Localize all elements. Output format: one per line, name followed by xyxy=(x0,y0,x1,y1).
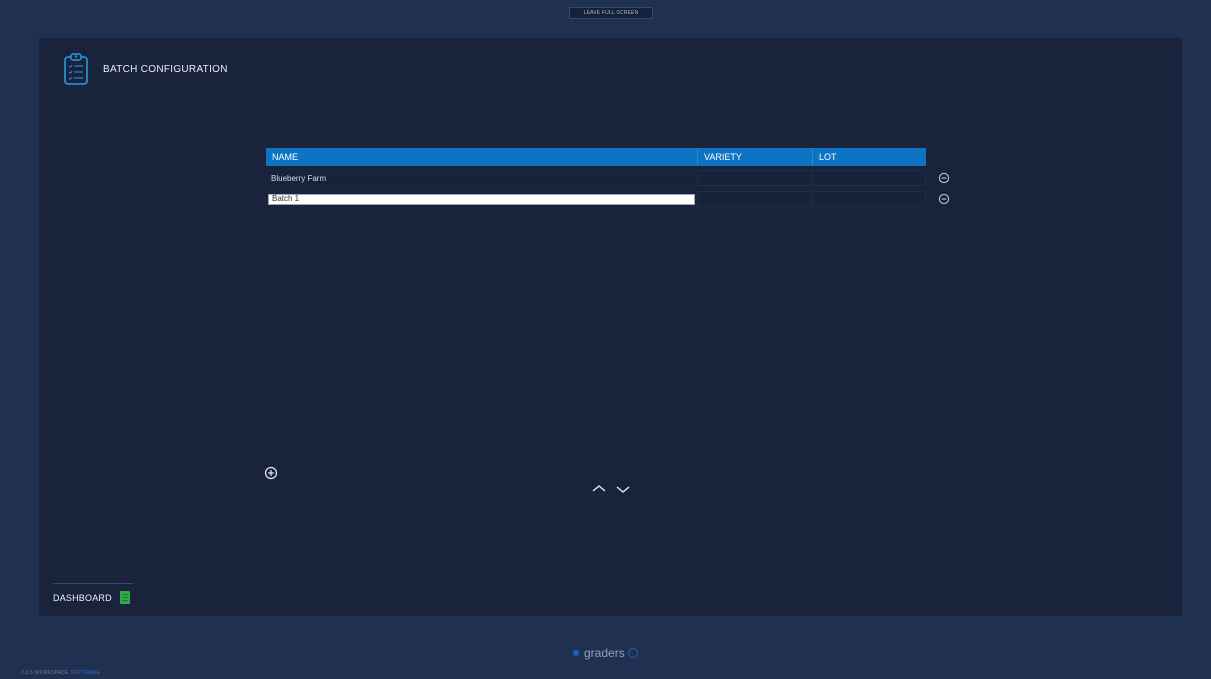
cell-name[interactable]: Blueberry Farm xyxy=(266,170,697,186)
cell-lot[interactable] xyxy=(812,191,926,207)
cell-lot[interactable] xyxy=(812,170,926,186)
leave-full-screen-button[interactable]: LEAVE FULL SCREEN xyxy=(569,7,653,19)
dashboard-label: DASHBOARD xyxy=(53,592,112,603)
table-row[interactable]: Blueberry Farm xyxy=(266,169,950,187)
add-row-button[interactable] xyxy=(264,466,278,480)
column-header-variety[interactable]: VARIETY xyxy=(697,148,812,166)
dashboard-nav-button[interactable]: DASHBOARD xyxy=(53,583,133,604)
scroll-down-button[interactable] xyxy=(615,484,631,494)
version-number: 2.2.6 xyxy=(21,670,34,676)
workspace-label: WORKSPACE xyxy=(34,670,69,676)
cell-variety[interactable] xyxy=(697,191,812,207)
dashboard-icon xyxy=(119,591,130,604)
brand-dot-icon xyxy=(573,650,579,656)
column-header-name[interactable]: NAME xyxy=(266,148,697,166)
remove-row-button[interactable] xyxy=(938,172,950,184)
batch-table: NAME VARIETY LOT Blueberry Farm xyxy=(266,148,950,208)
remove-row-button[interactable] xyxy=(938,193,950,205)
page-title: BATCH CONFIGURATION xyxy=(103,63,228,75)
main-panel: BATCH CONFIGURATION NAME VARIETY LOT Blu… xyxy=(39,38,1182,616)
batch-name-input[interactable] xyxy=(268,193,696,205)
table-row-editing[interactable] xyxy=(266,190,950,208)
brand-logo: graders xyxy=(573,646,638,660)
column-header-lot[interactable]: LOT xyxy=(812,148,926,166)
brand-ring-icon xyxy=(627,648,638,658)
workspace-suffix: SOFTWARE xyxy=(70,670,100,676)
clipboard-icon xyxy=(64,53,88,85)
cell-variety[interactable] xyxy=(697,170,812,186)
scroll-up-button[interactable] xyxy=(591,484,607,494)
page-header: BATCH CONFIGURATION xyxy=(63,52,228,86)
brand-name: graders xyxy=(584,646,625,660)
table-header: NAME VARIETY LOT xyxy=(266,148,926,166)
version-info: 2.2.6 WORKSPACE SOFTWARE xyxy=(21,670,100,676)
